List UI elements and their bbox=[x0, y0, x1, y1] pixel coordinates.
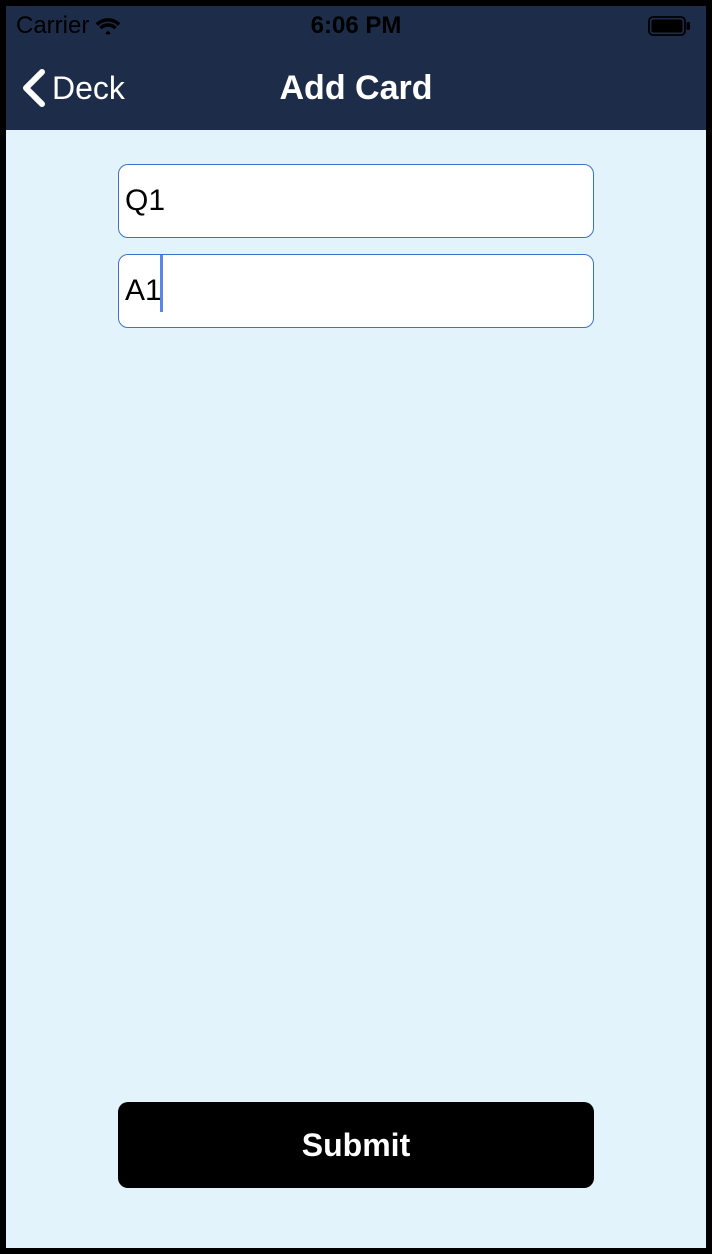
content-area: Submit bbox=[6, 130, 706, 1248]
page-title: Add Card bbox=[280, 69, 433, 108]
wifi-icon bbox=[95, 16, 121, 36]
carrier-label: Carrier bbox=[16, 12, 89, 40]
nav-bar: Deck Add Card bbox=[6, 46, 706, 130]
chevron-left-icon bbox=[20, 68, 48, 108]
status-right bbox=[648, 16, 692, 36]
status-time: 6:06 PM bbox=[311, 12, 402, 40]
submit-button[interactable]: Submit bbox=[118, 1102, 594, 1188]
back-button[interactable]: Deck bbox=[6, 68, 125, 108]
back-label: Deck bbox=[52, 70, 125, 107]
text-cursor bbox=[160, 254, 163, 312]
status-bar: Carrier 6:06 PM bbox=[6, 6, 706, 46]
status-left: Carrier bbox=[16, 12, 121, 40]
question-input[interactable] bbox=[118, 164, 594, 238]
answer-input[interactable] bbox=[118, 254, 594, 328]
battery-icon bbox=[648, 16, 692, 36]
